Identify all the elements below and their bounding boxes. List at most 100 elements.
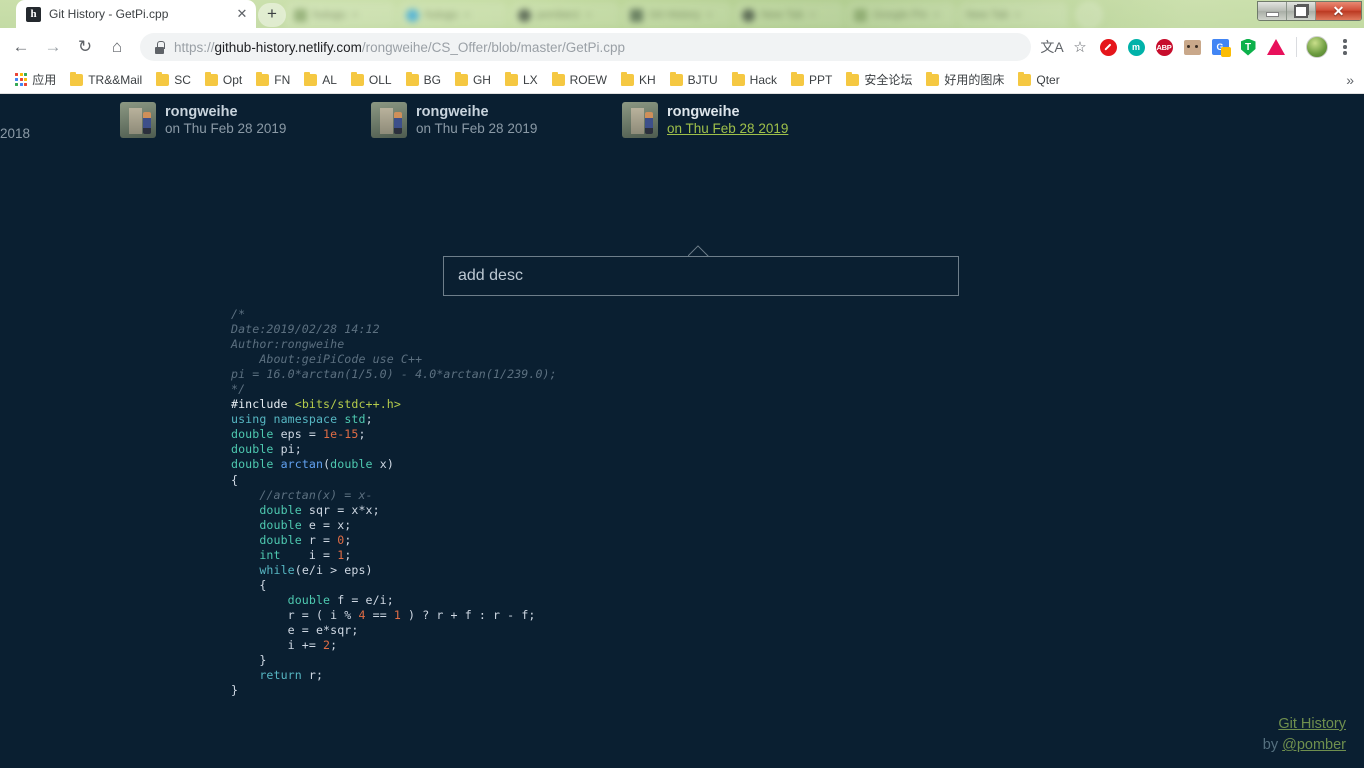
background-tab[interactable]: Google Pin × — [846, 2, 956, 28]
bookmark-apps[interactable]: 应用 — [8, 69, 63, 90]
code-line: /* — [231, 307, 557, 322]
tab-favicon-icon — [294, 8, 307, 22]
close-tab-icon[interactable]: × — [586, 10, 592, 21]
forward-icon[interactable]: → — [38, 32, 68, 62]
bookmark-label: GH — [472, 72, 491, 87]
folder-icon — [620, 71, 634, 86]
close-tab-icon[interactable]: × — [464, 10, 470, 21]
chrome-menu-icon[interactable] — [1332, 34, 1358, 60]
bookmark-item[interactable]: 好用的图床 — [919, 69, 1011, 90]
bookmark-item[interactable]: ROEW — [545, 71, 614, 89]
bookmark-item[interactable]: TR&&Mail — [63, 71, 149, 89]
bookmark-item[interactable]: LX — [498, 71, 545, 89]
close-tab-icon[interactable]: × — [810, 10, 816, 21]
tab-search-icon[interactable] — [1076, 2, 1102, 28]
code-token: arctan — [280, 457, 324, 472]
close-tab-icon[interactable]: × — [1015, 10, 1021, 21]
reload-icon[interactable]: ↻ — [70, 32, 100, 62]
tampermonkey-icon[interactable]: T — [1235, 34, 1261, 60]
code-line: } — [231, 653, 557, 668]
translate-icon[interactable]: 文A — [1039, 34, 1065, 60]
bookmark-item[interactable]: GH — [448, 71, 498, 89]
folder-icon — [204, 71, 218, 86]
bookmark-item[interactable]: OLL — [344, 71, 399, 89]
bookmark-item[interactable]: KH — [614, 71, 663, 89]
bookmark-label: LX — [522, 72, 538, 87]
code-token: About:geiPiCode use C++ — [231, 352, 423, 367]
robot-extension-icon[interactable] — [1179, 34, 1205, 60]
tab-favicon-icon — [630, 8, 643, 22]
commit-entry[interactable]: rongweihe on Thu Feb 28 2019 — [120, 102, 286, 138]
adblock-plus-icon[interactable]: ABP — [1151, 34, 1177, 60]
commit-entry-selected[interactable]: rongweihe on Thu Feb 28 2019 — [622, 102, 788, 138]
pomber-author-link[interactable]: @pomber — [1282, 737, 1346, 753]
bookmark-item[interactable]: AL — [297, 71, 344, 89]
code-line: double e = x; — [231, 518, 557, 533]
code-token: } — [231, 653, 267, 668]
bookmark-item[interactable]: FN — [249, 71, 297, 89]
back-icon[interactable]: ← — [6, 32, 36, 62]
commit-date[interactable]: on Thu Feb 28 2019 — [165, 121, 286, 138]
folder-icon — [791, 71, 804, 86]
close-window-button[interactable]: ✕ — [1316, 2, 1361, 20]
bookmark-item[interactable]: 安全论坛 — [839, 69, 919, 90]
code-token: pi — [273, 442, 295, 457]
background-tabs: hulugu × hulugu × pomberz × Git History … — [286, 0, 1364, 28]
close-tab-icon[interactable]: ✕ — [234, 6, 250, 22]
background-tab[interactable]: hulugu × — [398, 2, 508, 28]
background-tab[interactable]: pomberz × — [510, 2, 620, 28]
google-translate-icon[interactable]: G — [1207, 34, 1233, 60]
momentum-icon[interactable]: m — [1123, 34, 1149, 60]
folder-icon — [1018, 71, 1032, 86]
background-tab[interactable]: hulugu × — [286, 2, 396, 28]
ublock-origin-icon[interactable] — [1095, 34, 1121, 60]
bookmark-item[interactable]: PPT — [784, 71, 839, 89]
avatar — [622, 102, 658, 138]
bookmark-item[interactable]: SC — [149, 71, 198, 89]
pocket-icon[interactable] — [1263, 34, 1289, 60]
github-icon — [518, 8, 531, 22]
commit-date[interactable]: on Thu Feb 28 2019 — [416, 121, 537, 138]
git-history-link[interactable]: Git History — [1278, 716, 1346, 732]
code-token: double — [330, 457, 373, 472]
active-tab[interactable]: h Git History - GetPi.cpp ✕ — [16, 0, 256, 28]
background-tab[interactable]: New Tab × — [734, 2, 844, 28]
code-token: r — [301, 668, 316, 683]
new-tab-button[interactable]: + — [258, 3, 286, 27]
code-line: pi = 16.0*arctan(1/5.0) - 4.0*arctan(1/2… — [231, 367, 557, 382]
avatar — [120, 102, 156, 138]
background-tab[interactable]: New Tab × — [958, 2, 1068, 28]
commit-date[interactable]: on Thu Feb 28 2019 — [667, 121, 788, 138]
maximize-window-button[interactable] — [1287, 2, 1316, 20]
close-tab-icon[interactable]: × — [352, 10, 358, 21]
code-line: { — [231, 578, 557, 593]
folder-icon — [304, 71, 318, 86]
url-host: github-history.netlify.com — [214, 39, 362, 55]
tab-favicon-icon: h — [26, 6, 41, 22]
twitter-icon — [406, 8, 419, 22]
bookmark-item[interactable]: Opt — [198, 71, 249, 89]
code-token: pi = 16.0*arctan(1/5.0) - 4.0*arctan(1/2… — [231, 367, 557, 382]
bookmark-item[interactable]: BG — [399, 71, 448, 89]
commit-entry[interactable]: rongweihe on Thu Feb 28 2019 — [371, 102, 537, 138]
bookmarks-overflow-button[interactable]: » — [1346, 72, 1354, 88]
bookmark-item[interactable]: Hack — [725, 71, 784, 89]
close-tab-icon[interactable]: × — [933, 10, 939, 21]
bookmark-label: Opt — [222, 72, 243, 87]
bookmark-label: TR&&Mail — [88, 72, 143, 87]
bookmark-item[interactable]: Qter — [1011, 71, 1066, 89]
code-token: ; — [365, 412, 373, 427]
bookmark-star-icon[interactable]: ☆ — [1067, 34, 1093, 60]
browser-tab-strip: h Git History - GetPi.cpp ✕ + hulugu × h… — [0, 0, 1364, 28]
bookmark-item[interactable]: BJTU — [663, 71, 725, 89]
background-tab[interactable]: Git History × — [622, 2, 732, 28]
minimize-window-button[interactable] — [1258, 2, 1287, 20]
home-icon[interactable]: ⌂ — [102, 32, 132, 62]
close-tab-icon[interactable]: × — [706, 10, 712, 21]
profile-avatar[interactable] — [1304, 34, 1330, 60]
code-token: ; — [294, 442, 302, 457]
folder-icon — [454, 71, 468, 86]
address-bar[interactable]: https://github-history.netlify.com/rongw… — [140, 33, 1031, 61]
footer-by-label: by — [1262, 736, 1283, 753]
